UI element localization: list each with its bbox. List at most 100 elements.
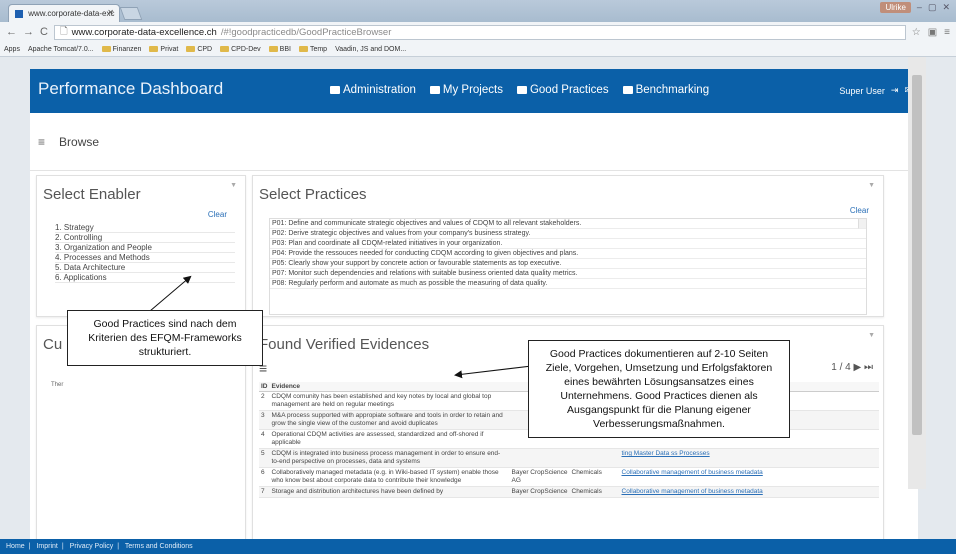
select-enabler-panel: Select Enabler ▼ Clear 1. Strategy 2. Co… xyxy=(36,175,246,317)
cell-evidence: CDQM is integrated into business process… xyxy=(269,448,510,468)
enabler-item[interactable]: 6. Applications xyxy=(55,273,235,283)
next-page-icon[interactable]: ▶ xyxy=(854,362,862,373)
pager: 1 / 4 ▶ ⏭ xyxy=(831,362,873,373)
footer-link-imprint[interactable]: Imprint xyxy=(36,543,57,550)
back-icon[interactable]: ← xyxy=(6,26,17,38)
browser-tab[interactable]: www.corporate-data-exc ✕ xyxy=(8,4,120,22)
window-controls: Ulrike – ▢ ✕ xyxy=(880,2,950,13)
bookmark-folder[interactable]: Finanzen xyxy=(101,46,141,53)
user-name[interactable]: Super User xyxy=(839,86,885,96)
cell-evidence: CDQM comunity has been established and k… xyxy=(269,391,510,411)
folder-icon xyxy=(149,45,159,52)
footer-link-home[interactable]: Home xyxy=(6,543,25,550)
enabler-clear-link[interactable]: Clear xyxy=(208,210,227,219)
folder-icon xyxy=(186,45,196,52)
cell-evidence: M&A process supported with appropiate so… xyxy=(269,410,510,430)
practice-item[interactable]: P04: Provide the ressouces needed for co… xyxy=(270,249,866,259)
enabler-item[interactable]: 4. Processes and Methods xyxy=(55,253,235,263)
column-header[interactable]: ID xyxy=(259,382,270,392)
bookmark-item[interactable]: Apps xyxy=(4,46,20,53)
table-row[interactable]: 6 Collaboratively managed metadata (e.g.… xyxy=(259,467,879,487)
folder-icon xyxy=(220,45,230,52)
table-row[interactable]: 5 CDQM is integrated into business proce… xyxy=(259,448,879,468)
scroll-thumb[interactable] xyxy=(912,75,922,435)
hamburger-icon[interactable]: ≡ xyxy=(38,135,45,149)
bookmark-star-icon[interactable]: ☆ xyxy=(912,27,921,38)
enabler-item[interactable]: 2. Controlling xyxy=(55,233,235,243)
practices-list[interactable]: P01: Define and communicate strategic ob… xyxy=(269,218,867,315)
practice-item[interactable]: P03: Plan and coordinate all CDQM-relate… xyxy=(270,239,866,249)
bookmark-item[interactable]: Vaadin, JS and DOM... xyxy=(335,46,406,53)
footer-link-privacy[interactable]: Privacy Policy xyxy=(70,543,114,550)
url-host: www.corporate-data-excellence.ch xyxy=(71,26,217,38)
cell-practice-link[interactable]: Collaborative management of business met… xyxy=(619,486,879,498)
bookmark-item[interactable]: Apache Tomcat/7.0... xyxy=(28,46,94,53)
reload-icon[interactable]: C xyxy=(40,26,48,38)
bookmark-folder[interactable]: BBI xyxy=(268,46,291,53)
callout-good-practices: Good Practices dokumentieren auf 2-10 Se… xyxy=(528,340,790,438)
close-window-icon[interactable]: ✕ xyxy=(942,2,950,13)
maximize-icon[interactable]: ▢ xyxy=(928,2,937,13)
logout-icon[interactable]: ⇥ xyxy=(891,85,899,96)
enabler-item[interactable]: 3. Organization and People xyxy=(55,243,235,253)
cell-company xyxy=(509,448,570,468)
chevron-down-icon[interactable]: ▼ xyxy=(230,182,237,189)
bookmark-folder[interactable]: Privat xyxy=(149,46,178,53)
cell-evidence: Collaboratively managed metadata (e.g. i… xyxy=(269,467,510,487)
page-viewport: Performance Dashboard Administration My … xyxy=(0,57,956,554)
book-icon xyxy=(516,86,527,94)
callout-efqm: Good Practices sind nach dem Kriterien d… xyxy=(67,310,263,366)
cell-id: 2 xyxy=(259,391,270,411)
enabler-item[interactable]: 1. Strategy xyxy=(55,223,235,233)
folder-icon xyxy=(298,45,308,52)
cell-company: Bayer CropScience xyxy=(509,486,570,498)
practice-item[interactable]: P08: Regularly perform and automate as m… xyxy=(270,279,866,289)
table-row[interactable]: 7 Storage and distribution architectures… xyxy=(259,486,879,498)
footer-link-terms[interactable]: Terms and Conditions xyxy=(125,543,193,550)
cell-id: 5 xyxy=(259,448,270,468)
page-icon: 🗋 xyxy=(59,26,68,37)
cell-evidence: Operational CDQM activities are assessed… xyxy=(269,429,510,449)
bookmark-folder[interactable]: Temp xyxy=(298,45,327,53)
chevron-down-icon[interactable]: ▼ xyxy=(868,332,875,339)
profile-chip[interactable]: Ulrike xyxy=(880,2,911,13)
practice-item[interactable]: P02: Derive strategic objectives and val… xyxy=(270,229,866,239)
practice-item[interactable]: P05: Clearly show your support by concre… xyxy=(270,259,866,269)
column-header[interactable]: Evidence xyxy=(269,382,510,392)
practice-item[interactable]: P07: Monitor such dependencies and relat… xyxy=(270,269,866,279)
cell-practice-link[interactable]: Collaborative management of business met… xyxy=(619,467,879,487)
close-tab-icon[interactable]: ✕ xyxy=(107,8,114,17)
cell-id: 4 xyxy=(259,429,270,449)
main-nav: Administration My Projects Good Practice… xyxy=(330,84,709,96)
cell-id: 6 xyxy=(259,467,270,487)
practices-scrollbar[interactable] xyxy=(858,219,866,229)
enabler-item[interactable]: 5. Data Architecture xyxy=(55,263,235,273)
cell-company: Bayer CropScience AG xyxy=(509,467,570,487)
app-brand[interactable]: Performance Dashboard xyxy=(38,79,223,99)
last-page-icon[interactable]: ⏭ xyxy=(864,362,873,373)
list-icon xyxy=(429,86,440,94)
new-tab-button[interactable] xyxy=(119,7,143,20)
nav-administration[interactable]: Administration xyxy=(330,84,416,96)
tab-title: www.corporate-data-exc xyxy=(28,9,115,18)
bookmarks-bar: Apps Apache Tomcat/7.0... Finanzen Priva… xyxy=(0,42,956,57)
page-scrollbar[interactable] xyxy=(908,57,926,489)
minimize-icon[interactable]: – xyxy=(917,2,922,13)
nav-my-projects[interactable]: My Projects xyxy=(429,84,503,96)
practices-clear-link[interactable]: Clear xyxy=(850,206,869,215)
practice-item[interactable]: P01: Define and communicate strategic ob… xyxy=(270,219,866,229)
menu-icon[interactable]: ≡ xyxy=(944,27,950,38)
cell-id: 7 xyxy=(259,486,270,498)
extension-icon[interactable]: ▣ xyxy=(928,27,937,38)
enabler-list: 1. Strategy 2. Controlling 3. Organizati… xyxy=(55,223,235,283)
bookmark-folder[interactable]: CPD xyxy=(186,46,212,53)
nav-good-practices[interactable]: Good Practices xyxy=(516,84,609,96)
chevron-down-icon[interactable]: ▼ xyxy=(868,182,875,189)
url-path: /#!goodpracticedb/GoodPracticeBrowser xyxy=(220,26,392,38)
cell-practice-link[interactable]: ting Master Data ss Processes xyxy=(619,448,879,468)
nav-benchmarking[interactable]: Benchmarking xyxy=(622,84,709,96)
address-bar[interactable]: 🗋 www.corporate-data-excellence.ch/#!goo… xyxy=(53,24,906,40)
chart-icon xyxy=(622,86,633,94)
forward-icon[interactable]: → xyxy=(23,26,34,38)
bookmark-folder[interactable]: CPD-Dev xyxy=(220,46,261,53)
